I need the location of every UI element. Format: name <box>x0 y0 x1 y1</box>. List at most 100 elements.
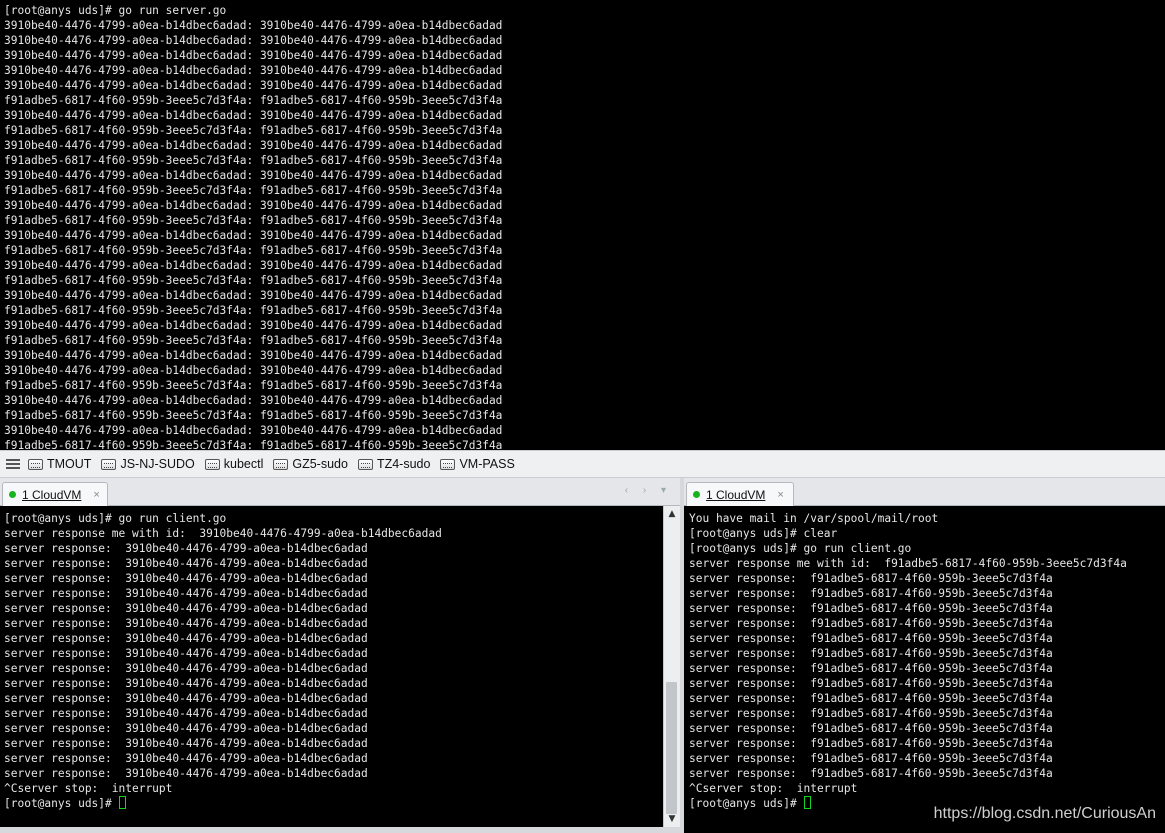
terminal-line: [root@anys uds]# go run server.go <box>4 4 227 17</box>
terminal-line: server response: 3910be40-4476-4799-a0ea… <box>4 677 368 690</box>
terminal-line: server response: f91adbe5-6817-4f60-959b… <box>689 662 1053 675</box>
terminal-line: You have mail in /var/spool/mail/root <box>689 512 939 525</box>
close-icon[interactable]: × <box>777 489 783 501</box>
keyboard-icon <box>357 458 373 470</box>
terminal-line: f91adbe5-6817-4f60-959b-3eee5c7d3f4a: f9… <box>4 184 503 197</box>
terminal-line: server response: f91adbe5-6817-4f60-959b… <box>689 722 1053 735</box>
scrollbar-thumb[interactable] <box>666 682 677 814</box>
terminal-line: f91adbe5-6817-4f60-959b-3eee5c7d3f4a: f9… <box>4 154 503 167</box>
prompt-text: [root@anys uds]# <box>689 797 804 810</box>
terminal-line: server response: f91adbe5-6817-4f60-959b… <box>689 572 1053 585</box>
terminal-line: f91adbe5-6817-4f60-959b-3eee5c7d3f4a: f9… <box>4 439 503 450</box>
terminal-line: server response: f91adbe5-6817-4f60-959b… <box>689 587 1053 600</box>
terminal-line: server response: 3910be40-4476-4799-a0ea… <box>4 617 368 630</box>
bookmark-label: GZ5-sudo <box>292 457 348 471</box>
terminal-line: server response: f91adbe5-6817-4f60-959b… <box>689 692 1053 705</box>
hamburger-menu-icon[interactable] <box>6 459 20 469</box>
terminal-line: f91adbe5-6817-4f60-959b-3eee5c7d3f4a: f9… <box>4 379 503 392</box>
keyboard-icon <box>101 458 117 470</box>
keyboard-icon <box>273 458 289 470</box>
bookmark-item[interactable]: TMOUT <box>28 457 91 471</box>
terminal-line: server response: 3910be40-4476-4799-a0ea… <box>4 572 368 585</box>
terminal-line: server response: f91adbe5-6817-4f60-959b… <box>689 632 1053 645</box>
scroll-down-icon[interactable]: ▼ <box>664 811 680 827</box>
keyboard-icon <box>204 458 220 470</box>
bookmark-label: TMOUT <box>47 457 92 471</box>
terminal-line: server response: 3910be40-4476-4799-a0ea… <box>4 767 368 780</box>
terminal-line: server response: 3910be40-4476-4799-a0ea… <box>4 542 368 555</box>
terminal-line: server response: f91adbe5-6817-4f60-959b… <box>689 647 1053 660</box>
terminal-line: [root@anys uds]# go run client.go <box>689 542 912 555</box>
terminal-line: 3910be40-4476-4799-a0ea-b14dbec6adad: 39… <box>4 109 503 122</box>
pane-bottom-border <box>0 827 680 833</box>
client-terminal-right[interactable]: You have mail in /var/spool/mail/root [ro… <box>684 506 1165 833</box>
tab-nav-arrows-icon[interactable]: ‹ › ▾ <box>625 485 672 496</box>
terminal-line: server response: f91adbe5-6817-4f60-959b… <box>689 752 1053 765</box>
terminal-line: 3910be40-4476-4799-a0ea-b14dbec6adad: 39… <box>4 139 503 152</box>
terminal-line: 3910be40-4476-4799-a0ea-b14dbec6adad: 39… <box>4 199 503 212</box>
bookmark-item[interactable]: JS-NJ-SUDO <box>101 457 195 471</box>
keyboard-icon <box>28 458 43 470</box>
terminal-line: server response: 3910be40-4476-4799-a0ea… <box>4 557 368 570</box>
tab-label: 1 CloudVM <box>706 487 766 502</box>
terminal-line: server response: 3910be40-4476-4799-a0ea… <box>4 647 368 660</box>
terminal-line: 3910be40-4476-4799-a0ea-b14dbec6adad: 39… <box>4 364 503 377</box>
bookmark-toolbar: TMOUT JS-NJ-SUDO kubectl GZ5-sudo TZ4-sudo VM… <box>0 450 1165 478</box>
terminal-line: [root@anys uds]# go run client.go <box>4 512 227 525</box>
bookmark-item[interactable]: kubectl <box>204 457 263 471</box>
terminal-line: ^Cserver stop: interrupt <box>4 782 173 795</box>
tab-cloudvm-left[interactable]: 1 CloudVM × <box>2 482 108 506</box>
bookmark-label: JS-NJ-SUDO <box>120 457 195 471</box>
vertical-scrollbar[interactable]: ▲ ▼ <box>663 506 680 827</box>
terminal-line: server response: f91adbe5-6817-4f60-959b… <box>689 767 1053 780</box>
tab-cloudvm-right[interactable]: 1 CloudVM × <box>686 482 794 506</box>
keyboard-icon <box>440 458 456 470</box>
terminal-line: f91adbe5-6817-4f60-959b-3eee5c7d3f4a: f9… <box>4 334 503 347</box>
terminal-line: 3910be40-4476-4799-a0ea-b14dbec6adad: 39… <box>4 34 503 47</box>
terminal-line: f91adbe5-6817-4f60-959b-3eee5c7d3f4a: f9… <box>4 94 503 107</box>
watermark: https://blog.csdn.net/CuriousAn <box>933 805 1156 822</box>
terminal-line: 3910be40-4476-4799-a0ea-b14dbec6adad: 39… <box>4 79 503 92</box>
terminal-line: 3910be40-4476-4799-a0ea-b14dbec6adad: 39… <box>4 259 503 272</box>
left-tab-bar: 1 CloudVM × ‹ › ▾ <box>0 478 680 506</box>
terminal-line: server response: f91adbe5-6817-4f60-959b… <box>689 707 1053 720</box>
terminal-line: 3910be40-4476-4799-a0ea-b14dbec6adad: 39… <box>4 349 503 362</box>
bookmark-list: TMOUT JS-NJ-SUDO kubectl GZ5-sudo TZ4-sudo VM… <box>28 457 525 471</box>
terminal-line: 3910be40-4476-4799-a0ea-b14dbec6adad: 39… <box>4 49 503 62</box>
terminal-line: 3910be40-4476-4799-a0ea-b14dbec6adad: 39… <box>4 169 503 182</box>
terminal-line: f91adbe5-6817-4f60-959b-3eee5c7d3f4a: f9… <box>4 304 503 317</box>
terminal-line: 3910be40-4476-4799-a0ea-b14dbec6adad: 39… <box>4 229 503 242</box>
terminal-line: server response: 3910be40-4476-4799-a0ea… <box>4 662 368 675</box>
terminal-line: server response: 3910be40-4476-4799-a0ea… <box>4 692 368 705</box>
terminal-line: 3910be40-4476-4799-a0ea-b14dbec6adad: 39… <box>4 424 503 437</box>
terminal-line: server response: 3910be40-4476-4799-a0ea… <box>4 602 368 615</box>
terminal-line: server response: 3910be40-4476-4799-a0ea… <box>4 752 368 765</box>
bookmark-item[interactable]: TZ4-sudo <box>357 457 431 471</box>
terminal-line: server response: 3910be40-4476-4799-a0ea… <box>4 737 368 750</box>
status-dot-icon <box>9 491 16 498</box>
bookmark-label: TZ4-sudo <box>376 457 431 471</box>
terminal-line: f91adbe5-6817-4f60-959b-3eee5c7d3f4a: f9… <box>4 274 503 287</box>
terminal-line: server response: 3910be40-4476-4799-a0ea… <box>4 722 368 735</box>
terminal-line: f91adbe5-6817-4f60-959b-3eee5c7d3f4a: f9… <box>4 124 503 137</box>
terminal-line: 3910be40-4476-4799-a0ea-b14dbec6adad: 39… <box>4 289 503 302</box>
tab-label: 1 CloudVM <box>22 487 82 502</box>
terminal-line: server response: f91adbe5-6817-4f60-959b… <box>689 617 1053 630</box>
bookmark-item[interactable]: VM-PASS <box>440 457 515 471</box>
close-icon[interactable]: × <box>93 489 99 501</box>
client-terminal-left[interactable]: [root@anys uds]# go run client.go server … <box>0 506 663 833</box>
server-terminal[interactable]: [root@anys uds]# go run server.go 3910be4… <box>0 0 1165 450</box>
terminal-line: [root@anys uds]# clear <box>689 527 838 540</box>
terminal-line: 3910be40-4476-4799-a0ea-b14dbec6adad: 39… <box>4 64 503 77</box>
bookmark-label: VM-PASS <box>459 457 515 471</box>
terminal-line: f91adbe5-6817-4f60-959b-3eee5c7d3f4a: f9… <box>4 244 503 257</box>
terminal-line: server response: 3910be40-4476-4799-a0ea… <box>4 587 368 600</box>
scroll-up-icon[interactable]: ▲ <box>664 506 680 522</box>
cursor-icon <box>803 796 811 809</box>
terminal-line: ^Cserver stop: interrupt <box>689 782 858 795</box>
bookmark-item[interactable]: GZ5-sudo <box>273 457 348 471</box>
prompt-line: [root@anys uds]# <box>4 796 663 811</box>
terminal-line: server response me with id: 3910be40-447… <box>4 527 442 540</box>
terminal-line: server response: f91adbe5-6817-4f60-959b… <box>689 677 1053 690</box>
status-dot-icon <box>693 491 700 498</box>
